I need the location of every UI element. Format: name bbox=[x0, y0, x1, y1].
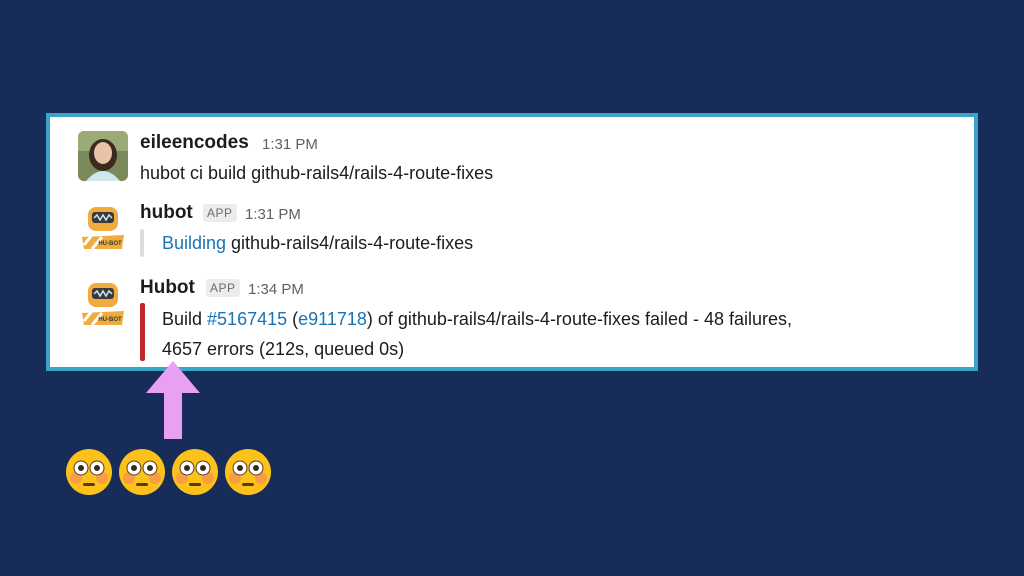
build-result-text: ) of github-rails4/rails-4-route-fixes f… bbox=[366, 309, 793, 329]
svg-text:HU-BOT: HU-BOT bbox=[98, 317, 122, 323]
app-badge: APP bbox=[203, 204, 237, 222]
avatar-hubot[interactable]: HU-BOT bbox=[78, 277, 128, 327]
build-prefix: Build bbox=[162, 309, 208, 329]
branch-text: github-rails4/rails-4-route-fixes bbox=[226, 233, 474, 253]
attachment-text: Building github-rails4/rails-4-route-fix… bbox=[162, 233, 473, 254]
attachment-bar bbox=[140, 229, 144, 257]
flushed-face-icon bbox=[225, 449, 271, 495]
failure-status-bar bbox=[140, 303, 145, 361]
app-badge: APP bbox=[206, 279, 240, 297]
avatar-hubot[interactable]: HU-BOT bbox=[78, 201, 128, 251]
build-result-line2: 4657 errors (212s, queued 0s) bbox=[162, 339, 405, 359]
emoji-row bbox=[64, 447, 273, 497]
message-text: hubot ci build github-rails4/rails-4-rou… bbox=[140, 163, 494, 183]
avatar-eileencodes[interactable] bbox=[78, 131, 128, 181]
author-name[interactable]: Hubot bbox=[140, 277, 195, 299]
slack-message-panel: eileencodes 1:31 PM hubot ci build githu… bbox=[46, 113, 978, 371]
author-name[interactable]: eileencodes bbox=[140, 132, 249, 154]
hubot-avatar-icon: HU-BOT bbox=[82, 207, 124, 250]
timestamp[interactable]: 1:31 PM bbox=[262, 136, 318, 153]
up-arrow-icon bbox=[146, 361, 200, 439]
flushed-face-icon bbox=[66, 449, 112, 495]
hubot-avatar-icon: HU-BOT bbox=[82, 283, 124, 326]
author-name[interactable]: hubot bbox=[140, 202, 193, 224]
build-result-line1: Build #5167415 (e911718) of github-rails… bbox=[162, 309, 792, 330]
commit-link[interactable]: e911718 bbox=[298, 309, 367, 329]
timestamp[interactable]: 1:31 PM bbox=[245, 206, 301, 223]
timestamp[interactable]: 1:34 PM bbox=[248, 281, 304, 298]
flushed-face-icon bbox=[172, 449, 218, 495]
paren-open: ( bbox=[287, 309, 299, 329]
building-link[interactable]: Building bbox=[162, 233, 226, 253]
svg-text:HU-BOT: HU-BOT bbox=[98, 241, 122, 247]
flushed-face-icon bbox=[119, 449, 165, 495]
build-number-link[interactable]: #5167415 bbox=[207, 309, 287, 329]
